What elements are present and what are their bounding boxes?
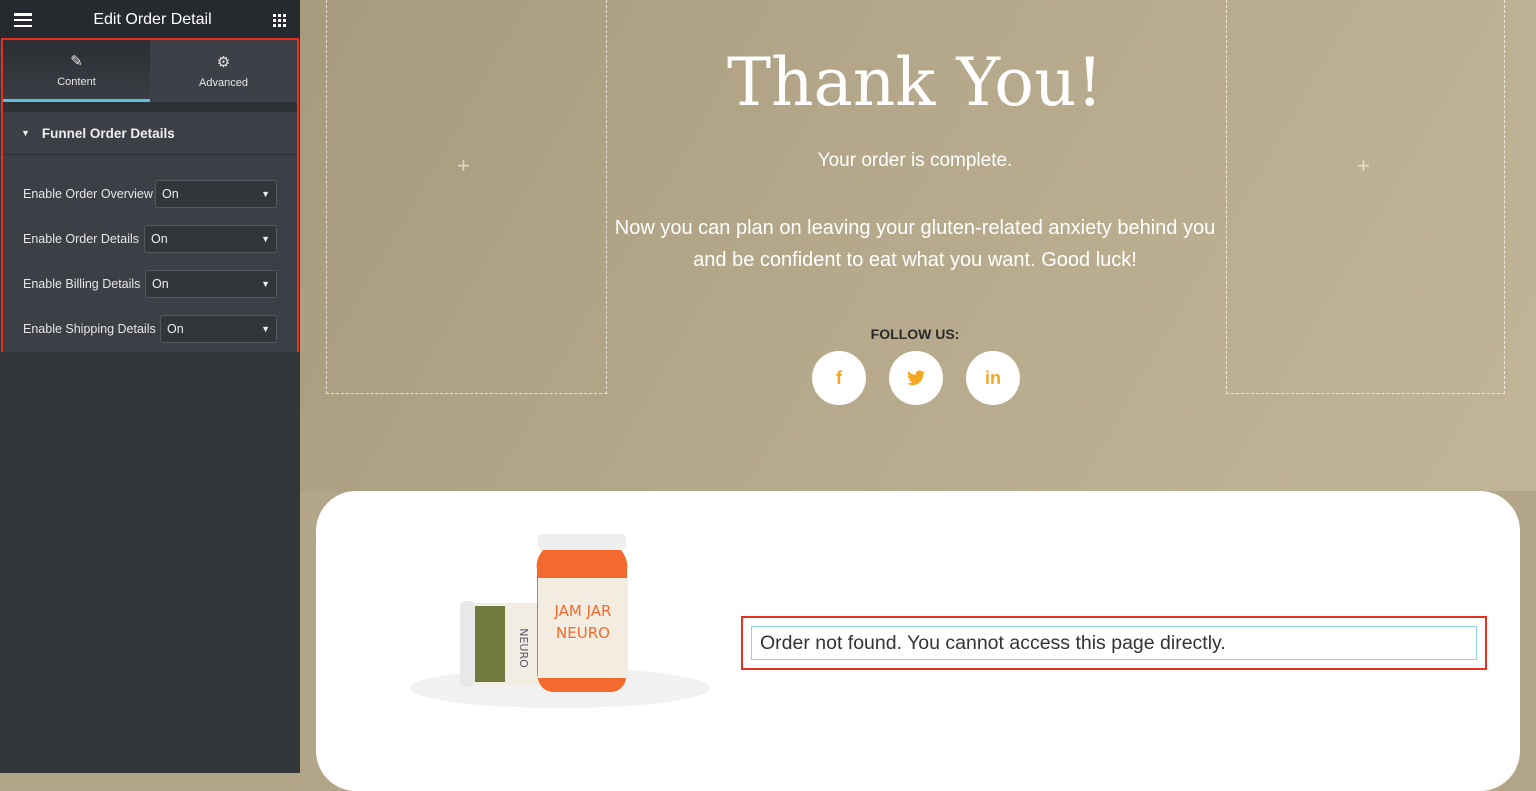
- chevron-down-icon: ▼: [261, 278, 270, 289]
- control-shipping-details: Enable Shipping Details On ▼: [3, 306, 297, 351]
- section-toggle[interactable]: ▼ Funnel Order Details: [3, 112, 297, 155]
- sidebar-header: Edit Order Detail: [0, 0, 300, 40]
- chevron-down-icon: ▼: [261, 188, 270, 199]
- caret-down-icon: ▼: [21, 128, 30, 138]
- select-value: On: [151, 231, 168, 246]
- control-label: Enable Shipping Details: [23, 321, 156, 336]
- tab-content[interactable]: ✎ Content: [3, 40, 150, 102]
- jar-label: NEURO: [556, 624, 610, 642]
- apps-grid-icon[interactable]: [272, 13, 286, 27]
- order-overview-select[interactable]: On ▼: [155, 179, 277, 208]
- settings-panel: ✎ Content ⚙ Advanced ▼ Funnel Order Details…: [1, 38, 299, 352]
- tab-advanced[interactable]: ⚙ Advanced: [150, 40, 297, 102]
- shipping-details-select[interactable]: On ▼: [160, 314, 277, 343]
- jar-label: JAM JAR: [554, 602, 612, 620]
- facebook-icon[interactable]: f: [812, 351, 866, 405]
- follow-us-label: FOLLOW US:: [870, 326, 960, 342]
- chevron-down-icon: ▼: [261, 323, 270, 334]
- linkedin-icon[interactable]: in: [966, 351, 1020, 405]
- section-title: Funnel Order Details: [41, 125, 175, 141]
- thank-you-heading: Thank You!: [727, 44, 1103, 121]
- control-label: Enable Billing Details: [23, 276, 141, 291]
- panel-title: Edit Order Detail: [93, 11, 212, 28]
- select-value: On: [167, 321, 184, 336]
- gear-icon: ⚙: [216, 54, 231, 71]
- jar-label: NEURO: [517, 628, 530, 668]
- order-details-select[interactable]: On ▼: [144, 224, 277, 253]
- control-order-details: Enable Order Details On ▼: [3, 216, 297, 261]
- pencil-icon: ✎: [70, 52, 83, 70]
- hero-message: Now you can plan on leaving your gluten-…: [614, 217, 1216, 271]
- product-jars-image: NEURO JAM JAR NEURO: [410, 534, 710, 708]
- order-details-widget[interactable]: Order not found. You cannot access this …: [741, 616, 1487, 670]
- tab-label: Advanced: [199, 77, 248, 89]
- tab-label: Content: [57, 75, 96, 88]
- control-label: Enable Order Details: [23, 231, 140, 246]
- select-value: On: [162, 186, 179, 201]
- select-value: On: [152, 276, 169, 291]
- control-billing-details: Enable Billing Details On ▼: [3, 261, 297, 306]
- chevron-down-icon: ▼: [261, 233, 270, 244]
- control-label: Enable Order Overview: [23, 186, 153, 201]
- billing-details-select[interactable]: On ▼: [145, 269, 277, 298]
- hamburger-menu-icon[interactable]: [14, 13, 32, 27]
- order-complete-text: Your order is complete.: [817, 150, 1013, 171]
- order-not-found-message: Order not found. You cannot access this …: [751, 626, 1477, 660]
- control-order-overview: Enable Order Overview On ▼: [3, 171, 297, 216]
- twitter-icon[interactable]: [889, 351, 943, 405]
